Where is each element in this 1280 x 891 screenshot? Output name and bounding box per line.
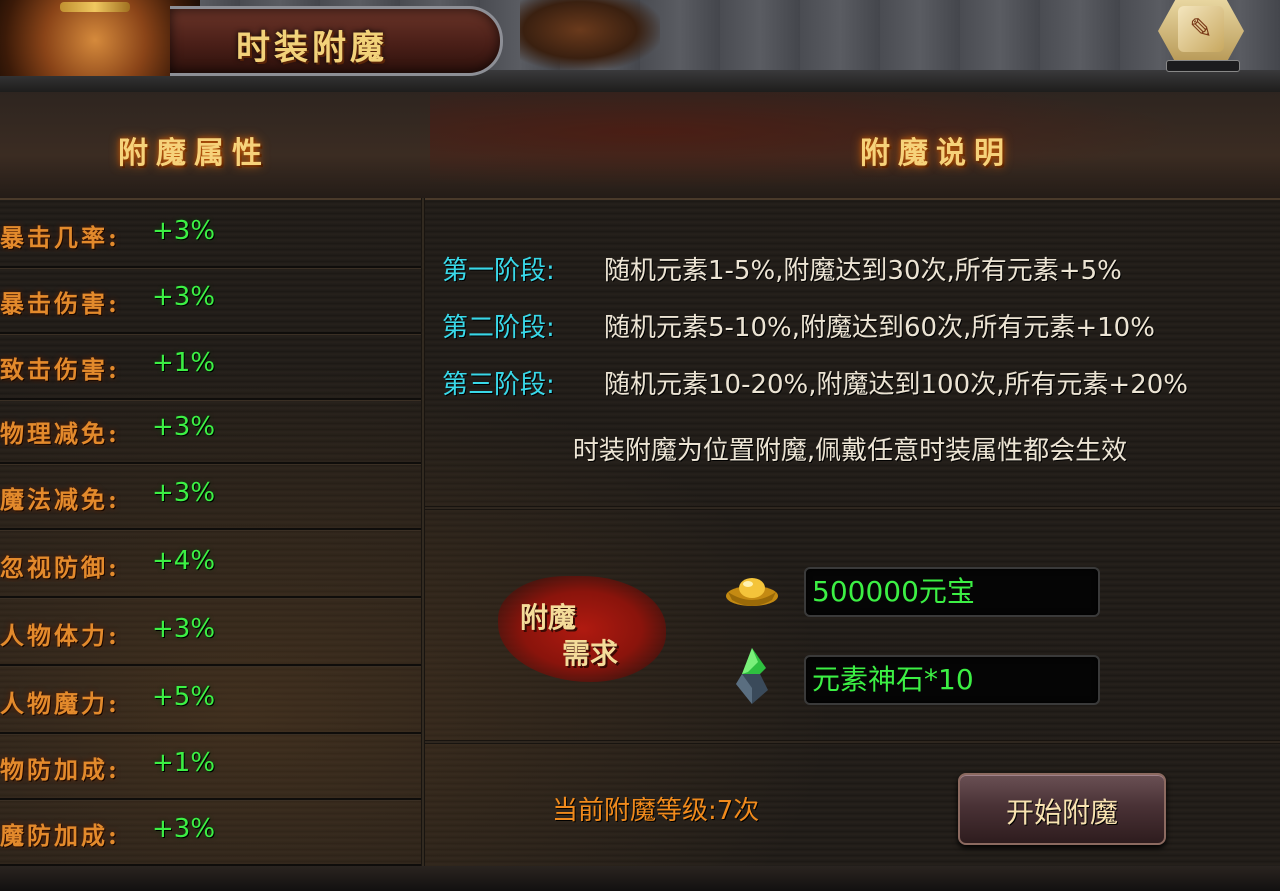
scroll-menu-label [1166,60,1240,72]
attribute-row: 物防加成: +1% [0,732,421,800]
portrait-crown-ornament [60,2,130,12]
attribute-row: 魔防加成: +3% [0,798,421,866]
requirement-label-line1: 附魔 [520,601,577,634]
attribute-row: 暴击几率: +3% [0,200,421,268]
attribute-label: 魔法减免: [0,485,120,514]
requirement-divider [425,740,1280,744]
attribute-value: +3% [152,282,216,312]
stage-3-text: 随机元素10-20%,附魔达到100次,所有元素+20% [604,370,1188,400]
attribute-label: 暴击伤害: [0,289,120,318]
enchant-note: 时装附魔为位置附魔,佩戴任意时装属性都会生效 [572,436,1128,466]
attribute-row: 物理减免: +3% [0,396,421,464]
attribute-row: 魔法减免: +3% [0,462,421,530]
attribute-value: +1% [152,348,216,378]
stage-1-text: 随机元素1-5%,附魔达到30次,所有元素+5% [604,256,1122,286]
ingot-cost-value: 500000元宝 [812,575,975,608]
window-title: 时装附魔 [236,28,388,68]
dragon-claw-ornament [520,0,660,70]
current-enchant-level: 当前附魔等级:7次 [552,796,760,826]
element-stone-icon [736,648,768,704]
stage-1-label: 第一阶段: [442,256,555,286]
attribute-row: 人物魔力: +5% [0,666,421,734]
attribute-label: 魔防加成: [0,821,120,850]
stage-2-label: 第二阶段: [442,313,555,343]
start-enchant-button[interactable]: 开始附魔 [958,773,1166,845]
attribute-row: 忽视防御: +4% [0,530,421,598]
gold-ingot-icon [726,578,778,606]
attributes-heading: 附魔属性 [118,136,270,171]
attribute-label: 忽视防御: [0,553,120,582]
attribute-row: 暴击伤害: +3% [0,266,421,334]
quest-scroll-icon[interactable]: ✎ [1178,6,1224,52]
attribute-value: +5% [152,682,216,712]
attribute-value: +1% [152,748,216,778]
attribute-value: +3% [152,478,216,508]
attribute-row: 人物体力: +3% [0,598,421,666]
attribute-value: +3% [152,614,216,644]
attribute-label: 人物体力: [0,621,120,650]
stage-2-text: 随机元素5-10%,附魔达到60次,所有元素+10% [604,313,1155,343]
attribute-value: +3% [152,412,216,442]
attribute-label: 物防加成: [0,755,120,784]
panel-bottom-edge [0,866,1280,891]
attribute-value: +3% [152,216,216,246]
attribute-row: 致击伤害: +1% [0,332,421,400]
attribute-label: 暴击几率: [0,223,120,252]
attribute-label: 致击伤害: [0,355,120,384]
description-heading: 附魔说明 [860,136,1012,171]
header-shade [430,92,1280,198]
start-enchant-label: 开始附魔 [1005,796,1118,829]
attribute-value: +4% [152,546,216,576]
column-divider [421,198,425,866]
attribute-value: +3% [152,814,216,844]
attribute-label: 物理减免: [0,419,120,448]
stone-cost-value: 元素神石*10 [812,663,974,696]
requirement-label-line2: 需求 [562,637,619,670]
description-divider [425,506,1280,510]
stage-3-label: 第三阶段: [442,370,555,400]
attribute-label: 人物魔力: [0,689,120,718]
